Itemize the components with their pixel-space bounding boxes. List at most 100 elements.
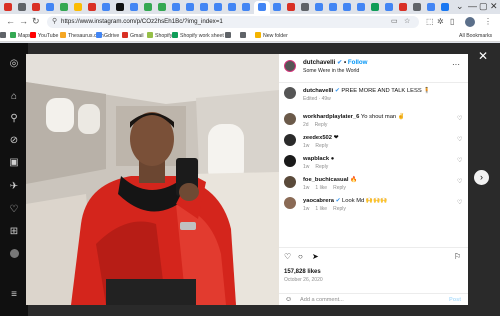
browser-tab[interactable] xyxy=(60,3,68,11)
forward-button[interactable]: → xyxy=(19,16,28,27)
browser-tab[interactable] xyxy=(32,3,40,11)
browser-tab[interactable] xyxy=(329,3,337,11)
share-icon[interactable]: ➤ xyxy=(312,252,319,262)
extensions-puzzle-icon[interactable]: ✲ xyxy=(437,16,444,27)
comment-like-icon[interactable]: ♡ xyxy=(457,136,462,144)
commenter-avatar[interactable] xyxy=(284,113,296,125)
maximize-icon[interactable]: ▢ xyxy=(479,1,488,11)
post-photo[interactable]: › xyxy=(26,54,279,305)
browser-tab[interactable] xyxy=(18,3,26,11)
reply-button[interactable]: Reply xyxy=(315,164,328,170)
commenter-username[interactable]: workhardplaylater_6 xyxy=(303,114,359,120)
all-bookmarks-button[interactable]: All Bookmarks xyxy=(459,31,492,41)
commenter-avatar[interactable] xyxy=(284,197,296,209)
more-options-icon[interactable]: ··· xyxy=(452,61,460,69)
commenter-username[interactable]: zeedex502 xyxy=(303,135,332,141)
bookmark-item[interactable]: YouTube xyxy=(30,31,58,41)
browser-tab[interactable] xyxy=(399,3,407,11)
author-username[interactable]: dutchavelli xyxy=(303,59,335,66)
browser-tab[interactable] xyxy=(102,3,110,11)
emoji-icon[interactable]: ☺ xyxy=(285,296,292,304)
bookmark-star-icon[interactable]: ☆ xyxy=(404,17,410,27)
commenter-avatar[interactable] xyxy=(284,155,296,167)
comment-likes[interactable]: 1 like xyxy=(315,185,327,191)
bookmark-item[interactable]: Maps xyxy=(10,31,31,41)
browser-tab[interactable] xyxy=(273,3,281,11)
add-comment-input[interactable]: Add a comment... xyxy=(300,296,344,304)
browser-tab[interactable] xyxy=(315,3,323,11)
bookmark-item[interactable] xyxy=(225,31,233,41)
commenter-avatar[interactable] xyxy=(284,176,296,188)
reply-button[interactable]: Reply xyxy=(333,206,346,212)
reload-button[interactable]: ↻ xyxy=(32,16,40,27)
browser-tab[interactable] xyxy=(301,3,309,11)
window-close-icon[interactable]: ✕ xyxy=(490,1,498,11)
browser-tab[interactable] xyxy=(228,3,236,11)
browser-tab[interactable] xyxy=(144,3,152,11)
save-icon[interactable]: ⚐ xyxy=(454,252,461,262)
comment-likes[interactable]: 1 like xyxy=(315,206,327,212)
browser-tab[interactable] xyxy=(186,3,194,11)
comment-icon[interactable]: ○ xyxy=(298,252,303,262)
address-bar[interactable]: ⚲ https://www.instagram.com/p/COz2hsEh1B… xyxy=(47,16,419,28)
bookmark-item[interactable] xyxy=(240,31,248,41)
instagram-logo-icon[interactable]: ◎ xyxy=(7,57,21,71)
like-icon[interactable]: ♡ xyxy=(284,252,291,262)
explore-icon[interactable]: ⊘ xyxy=(7,134,21,148)
profile-avatar-rail[interactable] xyxy=(10,249,19,258)
notifications-icon[interactable]: ♡ xyxy=(7,203,21,217)
bookmark-item[interactable]: Shopify work sheet xyxy=(172,31,224,41)
browser-tab[interactable] xyxy=(242,3,250,11)
location-link[interactable]: Some Were in the World xyxy=(303,68,359,75)
caption-username[interactable]: dutchavelli xyxy=(303,88,333,94)
side-panel-icon[interactable]: ▯ xyxy=(450,16,454,27)
url-text[interactable]: https://www.instagram.com/p/COz2hsEh1Bc/… xyxy=(61,17,223,27)
bookmark-item[interactable]: Gdrive xyxy=(96,31,119,41)
comment-like-icon[interactable]: ♡ xyxy=(457,157,462,165)
browser-tab[interactable] xyxy=(130,3,138,11)
commenter-username[interactable]: wapblack xyxy=(303,156,329,162)
tab-search-icon[interactable]: ⌄ xyxy=(456,1,464,11)
browser-tab[interactable] xyxy=(357,3,365,11)
browser-tab[interactable] xyxy=(158,3,166,11)
next-post-button[interactable]: › xyxy=(474,170,489,185)
reply-button[interactable]: Reply xyxy=(333,185,346,191)
browser-tab[interactable] xyxy=(4,3,12,11)
home-icon[interactable]: ⌂ xyxy=(7,90,21,104)
browser-tab[interactable] xyxy=(172,3,180,11)
author-avatar[interactable] xyxy=(284,60,296,72)
browser-tab[interactable] xyxy=(46,3,54,11)
caption-avatar[interactable] xyxy=(284,87,296,99)
reels-icon[interactable]: ▣ xyxy=(7,156,21,170)
comment-like-icon[interactable]: ♡ xyxy=(457,199,462,207)
browser-tab[interactable] xyxy=(385,3,393,11)
reply-button[interactable]: Reply xyxy=(315,143,328,149)
comment-like-icon[interactable]: ♡ xyxy=(457,178,462,186)
create-icon[interactable]: ⊞ xyxy=(7,225,21,239)
reply-button[interactable]: Reply xyxy=(315,122,328,128)
bookmark-item[interactable]: New folder xyxy=(255,31,288,41)
browser-tab[interactable] xyxy=(214,3,222,11)
commenter-avatar[interactable] xyxy=(284,134,296,146)
browser-tab[interactable] xyxy=(413,3,421,11)
back-button[interactable]: ← xyxy=(6,16,15,27)
browser-tab[interactable] xyxy=(441,3,449,11)
browser-tab[interactable] xyxy=(343,3,351,11)
profile-avatar[interactable] xyxy=(465,17,475,27)
screenshot-icon[interactable]: ▭ xyxy=(391,17,398,27)
browser-tab[interactable] xyxy=(116,3,124,11)
apps-grid-icon[interactable] xyxy=(0,31,8,41)
browser-tab[interactable] xyxy=(287,3,295,11)
browser-tab[interactable] xyxy=(371,3,379,11)
commenter-username[interactable]: yaocabrera xyxy=(303,198,334,204)
minimize-icon[interactable]: — xyxy=(468,1,477,11)
follow-button[interactable]: Follow xyxy=(348,59,368,66)
commenter-username[interactable]: foe_buchicasual xyxy=(303,177,348,183)
more-menu-icon[interactable]: ≡ xyxy=(7,288,21,302)
browser-tab[interactable] xyxy=(427,3,435,11)
browser-tab[interactable] xyxy=(88,3,96,11)
browser-tab-active[interactable] xyxy=(254,1,270,14)
browser-menu-icon[interactable]: ⋮ xyxy=(484,16,492,27)
bookmark-item[interactable]: Shopify xyxy=(147,31,172,41)
close-icon[interactable]: ✕ xyxy=(478,50,488,62)
